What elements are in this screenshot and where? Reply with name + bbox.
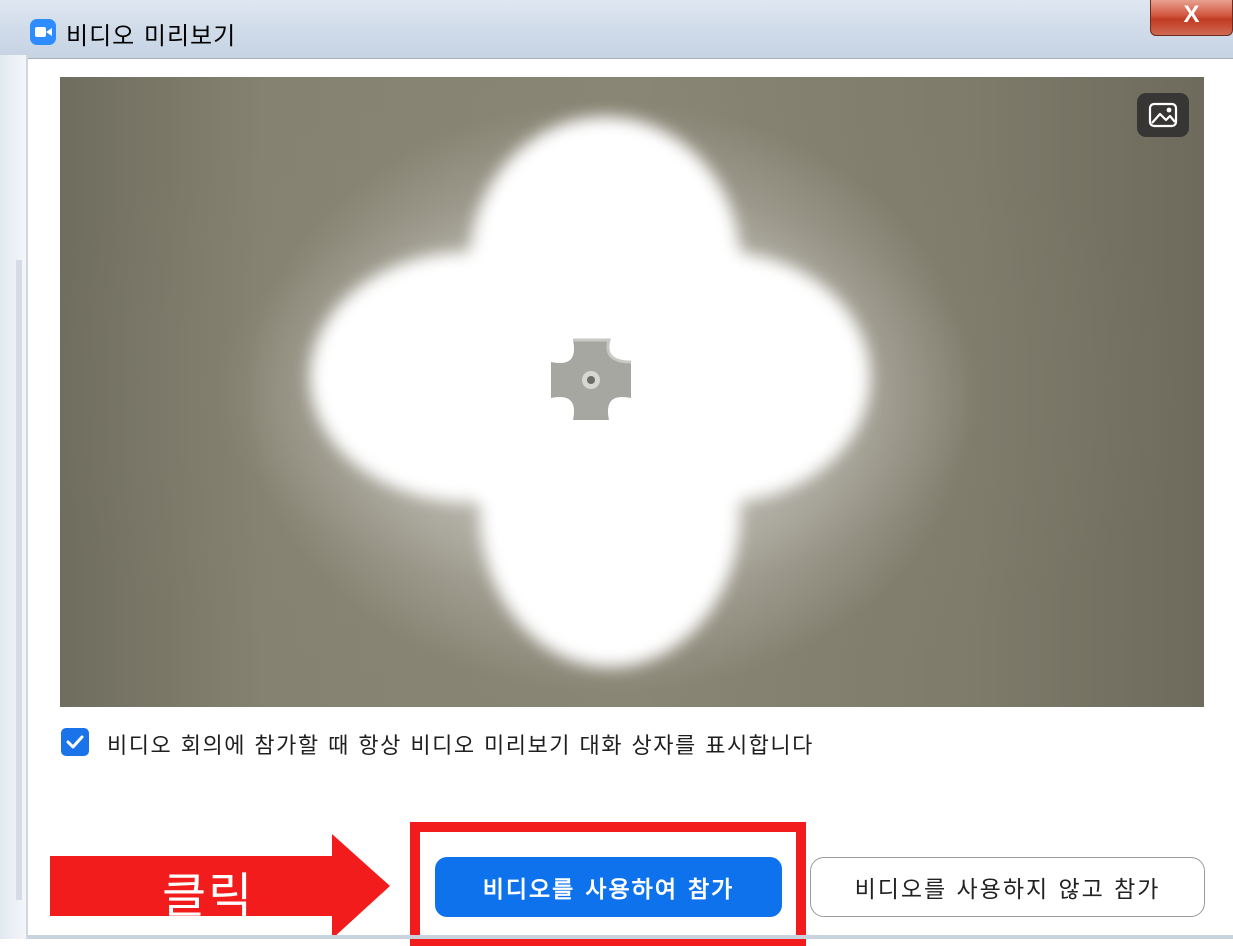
always-show-preview-label[interactable]: 비디오 회의에 참가할 때 항상 비디오 미리보기 대화 상자를 표시합니다	[107, 728, 814, 760]
title-bar[interactable]: 비디오 미리보기 X	[0, 0, 1233, 59]
video-preview	[60, 77, 1204, 707]
light-fixture-hub	[551, 338, 632, 420]
click-annotation-label: 클릭	[162, 868, 255, 924]
always-show-preview-checkbox[interactable]	[61, 728, 89, 756]
close-icon: X	[1183, 1, 1200, 28]
video-preview-window: 비디오 미리보기 X 비디오 회의에 참가할 때 항상 비디오 미리보기 대화 …	[0, 0, 1233, 946]
join-with-video-button[interactable]: 비디오를 사용하여 참가	[435, 857, 782, 917]
window-bottom-frame	[28, 935, 1233, 939]
zoom-camera-icon	[30, 19, 56, 45]
checkmark-icon	[66, 735, 84, 749]
image-icon	[1148, 102, 1178, 128]
virtual-background-button[interactable]	[1137, 93, 1189, 137]
join-without-video-button[interactable]: 비디오를 사용하지 않고 참가	[810, 857, 1205, 917]
window-left-frame	[0, 55, 28, 939]
close-button[interactable]: X	[1150, 0, 1233, 36]
window-title: 비디오 미리보기	[66, 22, 237, 50]
